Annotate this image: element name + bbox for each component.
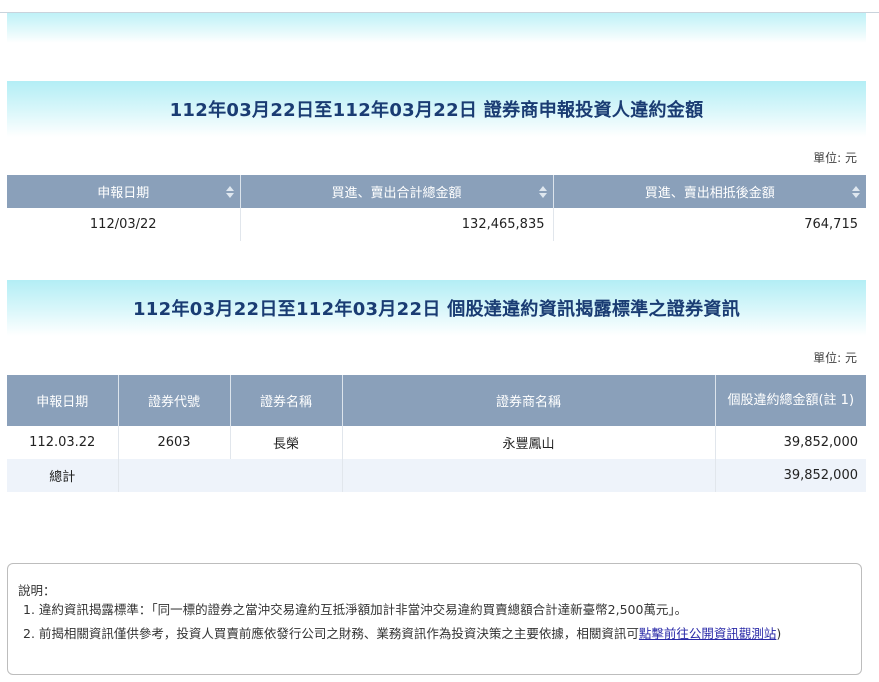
notes-title: 說明： xyxy=(18,583,56,598)
violation-amount-table: 申報日期 買進、賣出合計總金額 買進、賣出相抵後金額 112/03/22 132… xyxy=(7,175,866,241)
table-row: 112/03/22 132,465,835 764,715 xyxy=(7,208,866,241)
header-report-date[interactable]: 申報日期 xyxy=(7,175,241,208)
notes-box: 說明： 1. 違約資訊揭露標準：「同一標的證券之當沖交易違約互抵淨額加計非當沖交… xyxy=(7,563,862,675)
section2-unit: 單位: 元 xyxy=(813,351,857,365)
sort-icon[interactable] xyxy=(538,185,547,199)
cell-security-name: 長榮 xyxy=(230,426,343,459)
cell-security-code: 2603 xyxy=(118,426,231,459)
sort-icon[interactable] xyxy=(852,185,860,199)
stock-violation-table: 申報日期 證券代號 證券名稱 證券商名稱 個股違約總金額(註 1) 112.03… xyxy=(7,375,866,492)
note-item-2: 2. 前揭相關資訊僅供參考，投資人買賣前應依發行公司之財務、業務資訊作為投資決策… xyxy=(23,626,782,641)
section1-unit: 單位: 元 xyxy=(813,151,857,165)
header-broker-name: 證券商名稱 xyxy=(342,375,716,426)
mops-link[interactable]: 點擊前往公開資訊觀測站 xyxy=(639,626,777,641)
header-report-date: 申報日期 xyxy=(7,375,119,426)
header-violation-total: 個股違約總金額(註 1) xyxy=(715,375,866,426)
section2-title: 112年03月22日至112年03月22日 個股達違約資訊揭露標準之證券資訊 xyxy=(7,280,866,336)
section1-title: 112年03月22日至112年03月22日 證券商申報投資人違約金額 xyxy=(7,81,866,137)
top-gradient-band xyxy=(7,13,866,43)
total-value: 39,852,000 xyxy=(783,468,858,483)
header-total-amount[interactable]: 買進、賣出合計總金額 xyxy=(240,175,554,208)
cell-report-date: 112.03.22 xyxy=(7,426,119,459)
header-security-code: 證券代號 xyxy=(118,375,231,426)
cell-net-amount: 764,715 xyxy=(804,217,858,232)
table-row: 112.03.22 2603 長榮 永豐鳳山 39,852,000 xyxy=(7,426,866,459)
top-toolbar-fragment xyxy=(0,0,879,13)
total-row: 總計 39,852,000 xyxy=(7,459,866,492)
header-net-amount[interactable]: 買進、賣出相抵後金額 xyxy=(553,175,866,208)
cell-total-amount: 132,465,835 xyxy=(240,208,554,241)
header-security-name: 證券名稱 xyxy=(230,375,343,426)
total-label: 總計 xyxy=(7,459,119,492)
sort-icon[interactable] xyxy=(225,185,234,199)
cell-broker-name: 永豐鳳山 xyxy=(342,426,716,459)
cell-violation-total: 39,852,000 xyxy=(783,435,858,450)
note-item-1: 1. 違約資訊揭露標準：「同一標的證券之當沖交易違約互抵淨額加計非當沖交易違約買… xyxy=(23,602,688,617)
cell-report-date: 112/03/22 xyxy=(7,208,241,241)
